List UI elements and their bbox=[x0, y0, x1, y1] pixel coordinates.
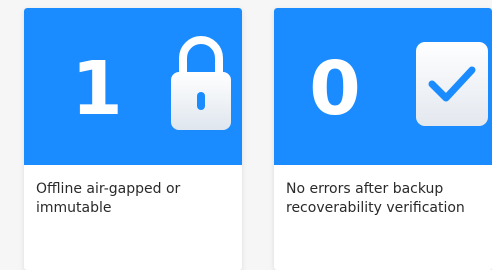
stat-description: Offline air-gapped or immutable bbox=[36, 181, 181, 216]
stat-number: 0 bbox=[309, 46, 361, 132]
stats-panel: 1 Offline air-gapped or immutable 0 No e… bbox=[0, 0, 492, 270]
lock-icon bbox=[171, 36, 231, 130]
checkmark-icon bbox=[416, 42, 488, 126]
stat-card-offline: 1 Offline air-gapped or immutable bbox=[24, 8, 242, 270]
stat-card-errors: 0 No errors after backup recoverability … bbox=[274, 8, 492, 270]
stat-description: No errors after backup recoverability ve… bbox=[286, 181, 465, 216]
stat-card-header: 1 bbox=[24, 8, 242, 165]
stat-number: 1 bbox=[71, 46, 123, 132]
stat-card-header: 0 bbox=[274, 8, 492, 165]
